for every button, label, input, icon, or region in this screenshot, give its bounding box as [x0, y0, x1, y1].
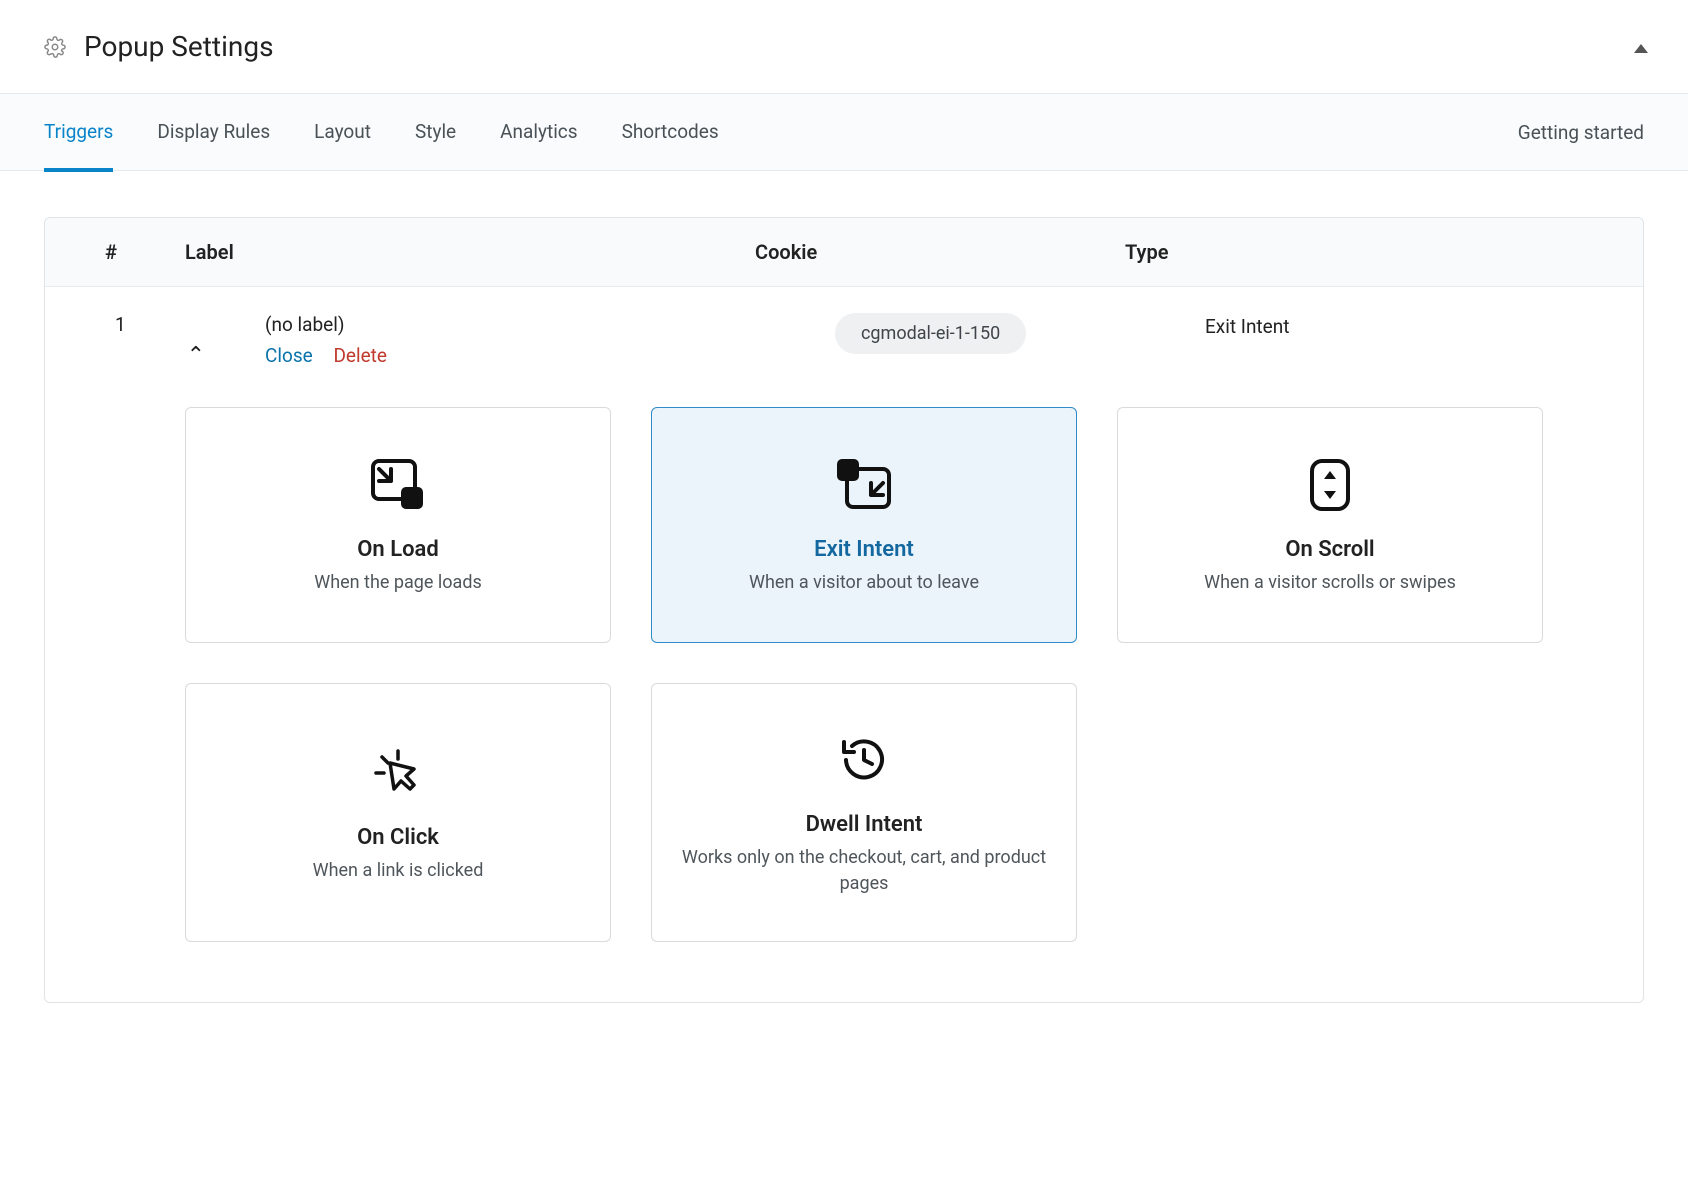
page-title: Popup Settings	[84, 30, 274, 63]
main-content: # Label Cookie Type 1 ⌃ (no label) Close…	[0, 171, 1688, 1049]
card-subtitle: When the page loads	[314, 570, 482, 596]
tab-triggers[interactable]: Triggers	[44, 93, 113, 171]
trigger-card-on-scroll[interactable]: On Scroll When a visitor scrolls or swip…	[1117, 407, 1543, 643]
tab-display-rules[interactable]: Display Rules	[157, 93, 270, 171]
triggers-panel: # Label Cookie Type 1 ⌃ (no label) Close…	[44, 217, 1644, 1003]
on-scroll-icon	[1308, 453, 1352, 517]
header-bar: Popup Settings	[0, 0, 1688, 93]
card-title: On Click	[357, 825, 439, 850]
card-subtitle: When a visitor about to leave	[749, 570, 979, 596]
trigger-row: 1 ⌃ (no label) Close Delete cgmodal-ei-1…	[45, 287, 1643, 377]
gear-icon	[44, 36, 66, 58]
card-title: On Load	[357, 537, 438, 562]
tab-list: Triggers Display Rules Layout Style Anal…	[44, 93, 1518, 171]
col-header-type: Type	[1125, 240, 1553, 264]
col-header-cookie: Cookie	[755, 240, 1125, 264]
tab-layout[interactable]: Layout	[314, 93, 371, 171]
col-header-num: #	[105, 240, 185, 264]
col-header-label: Label	[185, 240, 755, 264]
trigger-card-on-load[interactable]: On Load When the page loads	[185, 407, 611, 643]
tab-shortcodes[interactable]: Shortcodes	[622, 93, 719, 171]
trigger-type-cards: On Load When the page loads Exit Intent …	[45, 377, 1643, 1002]
row-collapse-chevron-up-icon[interactable]: ⌃	[187, 345, 205, 367]
row-label-text: (no label)	[265, 313, 835, 336]
on-click-icon	[370, 741, 426, 805]
trigger-card-exit-intent[interactable]: Exit Intent When a visitor about to leav…	[651, 407, 1077, 643]
card-subtitle: Works only on the checkout, cart, and pr…	[680, 845, 1048, 897]
triggers-table-header: # Label Cookie Type	[45, 218, 1643, 287]
card-title: On Scroll	[1285, 537, 1374, 562]
tab-style[interactable]: Style	[415, 93, 456, 171]
trigger-card-dwell-intent[interactable]: Dwell Intent Works only on the checkout,…	[651, 683, 1077, 942]
card-subtitle: When a visitor scrolls or swipes	[1204, 570, 1456, 596]
dwell-intent-icon	[836, 728, 892, 792]
row-type-cell: Exit Intent	[1205, 313, 1553, 338]
row-label-cell: (no label) Close Delete	[265, 313, 835, 367]
delete-link[interactable]: Delete	[333, 344, 387, 367]
cookie-pill: cgmodal-ei-1-150	[835, 313, 1026, 354]
collapse-panel-caret-up-icon[interactable]	[1634, 44, 1648, 53]
card-title: Exit Intent	[814, 537, 914, 562]
close-link[interactable]: Close	[265, 344, 313, 367]
tabs-bar: Triggers Display Rules Layout Style Anal…	[0, 93, 1688, 171]
row-number: 1	[105, 313, 185, 336]
getting-started-link[interactable]: Getting started	[1518, 121, 1644, 144]
card-subtitle: When a link is clicked	[313, 858, 484, 884]
tab-analytics[interactable]: Analytics	[500, 93, 577, 171]
card-title: Dwell Intent	[806, 812, 923, 837]
trigger-card-on-click[interactable]: On Click When a link is clicked	[185, 683, 611, 942]
exit-intent-icon	[833, 453, 895, 517]
row-actions: Close Delete	[265, 344, 835, 367]
row-cookie-cell: cgmodal-ei-1-150	[835, 313, 1205, 354]
on-load-icon	[367, 453, 429, 517]
